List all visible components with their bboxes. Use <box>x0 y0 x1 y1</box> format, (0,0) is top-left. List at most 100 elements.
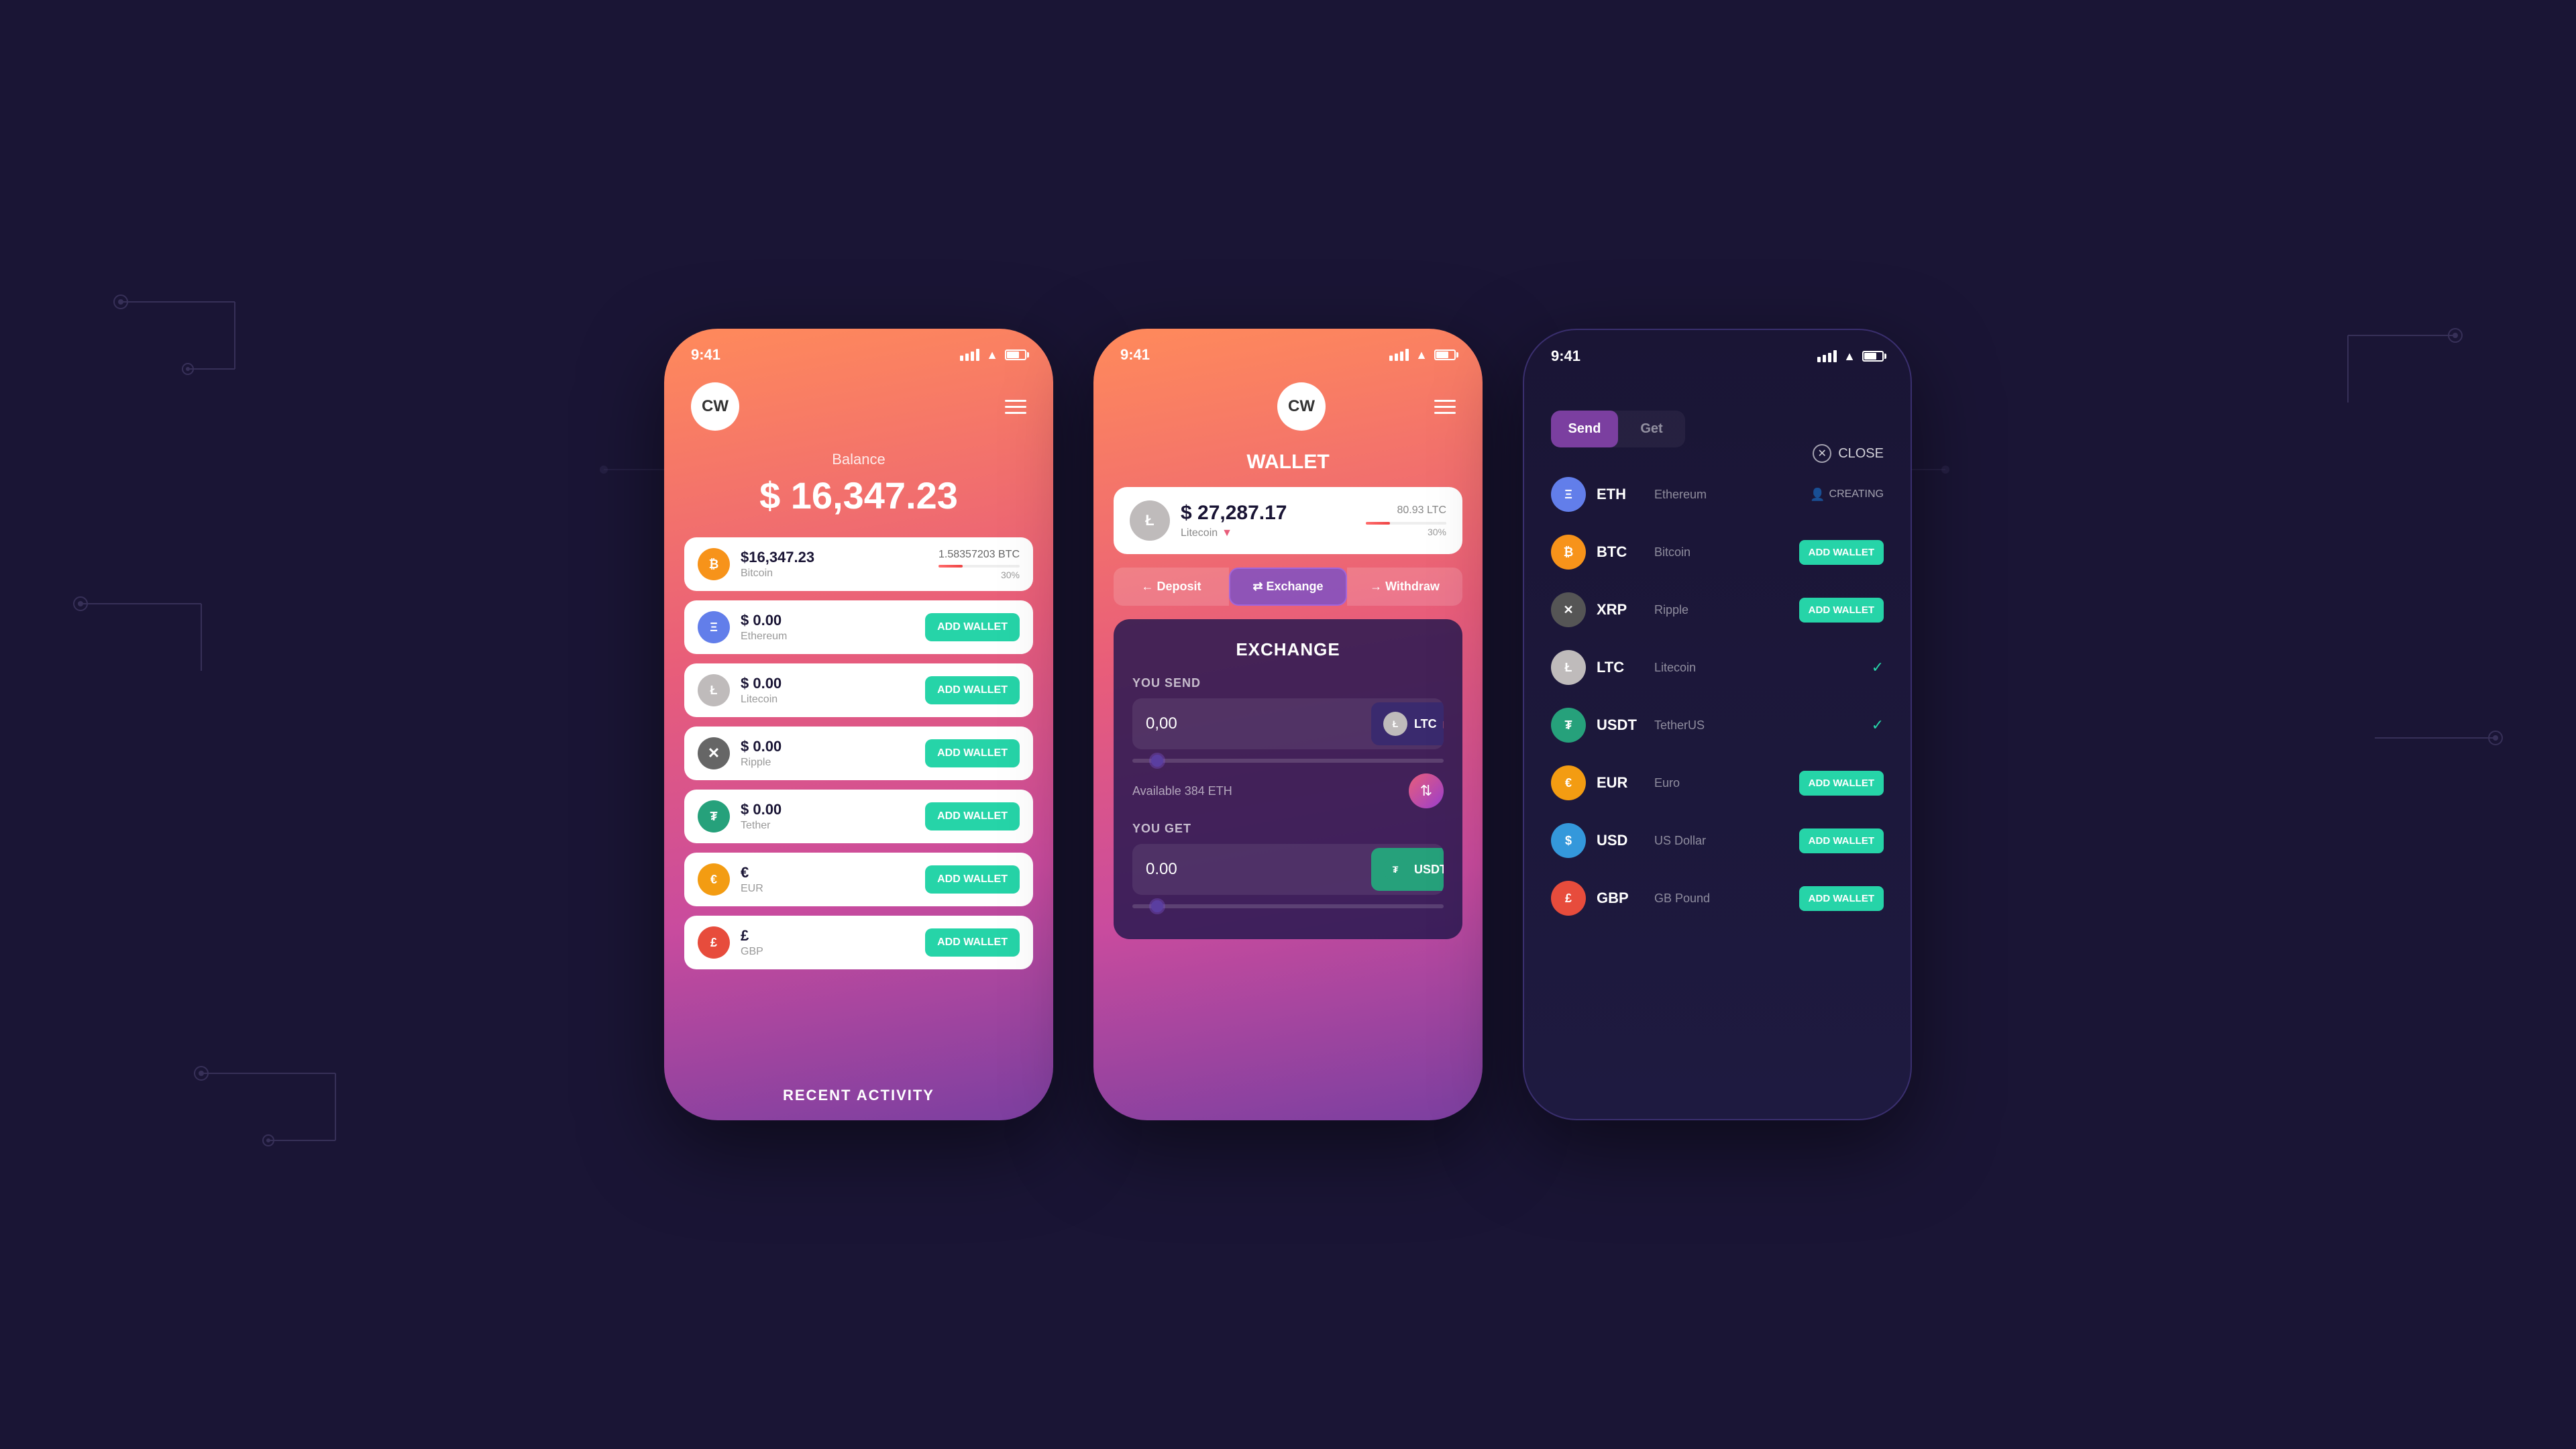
get-tab[interactable]: Get <box>1618 411 1685 447</box>
wallet-row-eth[interactable]: Ξ $ 0.00 Ethereum ADD WALLET <box>684 600 1033 654</box>
ltc-card[interactable]: Ł $ 27,287.17 Litecoin ▼ 80.93 LTC 30% <box>1114 487 1462 554</box>
add-wallet-btn-eur[interactable]: ADD WALLET <box>925 865 1020 894</box>
phone3-wifi-icon: ▲ <box>1842 351 1857 362</box>
phone3-battery-fill <box>1864 353 1876 360</box>
crypto-row-ltc[interactable]: Ł LTC Litecoin ✓ <box>1538 641 1897 694</box>
phone1-time: 9:41 <box>691 346 720 364</box>
battery-fill <box>1007 352 1019 358</box>
crypto-row-eur[interactable]: € EUR Euro ADD WALLET <box>1538 756 1897 810</box>
you-get-label: YOU GET <box>1132 822 1444 836</box>
send-get-tabs: Send Get <box>1551 411 1685 447</box>
crypto-code-btc: BTC <box>1597 543 1644 561</box>
available-row: Available 384 ETH ⇅ <box>1132 773 1444 808</box>
wallet-row-tether[interactable]: ₮ $ 0.00 Tether ADD WALLET <box>684 790 1033 843</box>
crypto-row-gbp[interactable]: £ GBP GB Pound ADD WALLET <box>1538 871 1897 925</box>
send-slider-track <box>1132 759 1444 763</box>
crypto-row-usd[interactable]: $ USD US Dollar ADD WALLET <box>1538 814 1897 867</box>
recent-activity: RECENT ACTIVITY <box>664 1067 1053 1120</box>
wallet-name-eur: EUR <box>741 883 914 895</box>
wallet-amount-eth: $ 0.00 <box>741 612 914 629</box>
wallet-info-eur: € EUR <box>741 864 914 895</box>
get-input[interactable] <box>1132 847 1367 892</box>
add-wallet-btn-btc[interactable]: ADD WALLET <box>1799 540 1884 565</box>
ltc-btc-amount: 80.93 LTC <box>1366 504 1446 517</box>
ltc-coin-selector[interactable]: Ł LTC ▶ <box>1371 702 1444 745</box>
crypto-list: Ξ ETH Ethereum 👤 CREATING ₿ BTC Bitcoin … <box>1524 468 1911 925</box>
you-send-label: YOU SEND <box>1132 676 1444 690</box>
crypto-icon-usdt: ₮ <box>1551 708 1586 743</box>
get-slider-track <box>1132 904 1444 908</box>
ltc-card-name: Litecoin ▼ <box>1181 527 1355 539</box>
btc-amount: 1.58357203 BTC <box>938 549 1020 561</box>
phone3-time: 9:41 <box>1551 347 1580 365</box>
wallet-right-btc: 1.58357203 BTC 30% <box>938 549 1020 580</box>
add-wallet-btn-usd[interactable]: ADD WALLET <box>1799 828 1884 853</box>
p2-signal-bar-4 <box>1405 349 1409 361</box>
wallet-amount-btc: $16,347.23 <box>741 549 928 566</box>
phone1-menu-icon[interactable] <box>1005 400 1026 414</box>
p3-signal-bar-2 <box>1823 355 1826 362</box>
crypto-row-eth[interactable]: Ξ ETH Ethereum 👤 CREATING <box>1538 468 1897 521</box>
phone2-battery-fill <box>1436 352 1448 358</box>
btc-pct: 30% <box>938 570 1020 580</box>
wallet-row-ltc[interactable]: Ł $ 0.00 Litecoin ADD WALLET <box>684 663 1033 717</box>
close-circle-icon: ✕ <box>1813 444 1831 463</box>
phone2-signal-bars <box>1389 349 1409 361</box>
wifi-icon: ▲ <box>985 350 1000 360</box>
wallet-list: ₿ $16,347.23 Bitcoin 1.58357203 BTC 30% <box>664 537 1053 969</box>
phone2-content: CW WALLET Ł $ 27,287.17 Litecoin ▼ <box>1093 369 1483 1120</box>
wallet-row-btc[interactable]: ₿ $16,347.23 Bitcoin 1.58357203 BTC 30% <box>684 537 1033 591</box>
close-button[interactable]: ✕ CLOSE <box>1813 444 1884 463</box>
crypto-name-eur: Euro <box>1654 776 1788 790</box>
phone-3: 9:41 ▲ ✕ CLOSE S <box>1523 329 1912 1120</box>
crypto-row-usdt[interactable]: ₮ USDT TetherUS ✓ <box>1538 698 1897 752</box>
tab-deposit[interactable]: ← Deposit <box>1114 568 1229 606</box>
add-wallet-btn-ltc[interactable]: ADD WALLET <box>925 676 1020 704</box>
wallet-amount-xrp: $ 0.00 <box>741 738 914 755</box>
add-wallet-btn-tether[interactable]: ADD WALLET <box>925 802 1020 830</box>
wallet-row-xrp[interactable]: ✕ $ 0.00 Ripple ADD WALLET <box>684 727 1033 780</box>
add-wallet-btn-gbp[interactable]: ADD WALLET <box>925 928 1020 957</box>
ltc-pct: 30% <box>1366 527 1446 537</box>
tab-withdraw[interactable]: → Withdraw <box>1347 568 1462 606</box>
wallet-row-eur[interactable]: € € EUR ADD WALLET <box>684 853 1033 906</box>
get-slider-thumb <box>1151 900 1163 912</box>
tab-exchange[interactable]: ⇄ Exchange <box>1229 568 1347 606</box>
add-wallet-btn-xrp[interactable]: ADD WALLET <box>1799 598 1884 623</box>
wallet-title: WALLET <box>1093 444 1483 487</box>
crypto-row-btc[interactable]: ₿ BTC Bitcoin ADD WALLET <box>1538 525 1897 579</box>
send-slider-row[interactable] <box>1132 759 1444 763</box>
add-wallet-btn-eth[interactable]: ADD WALLET <box>925 613 1020 641</box>
signal-bar-1 <box>960 356 963 361</box>
wallet-row-gbp[interactable]: £ £ GBP ADD WALLET <box>684 916 1033 969</box>
coin-icon-xrp: ✕ <box>698 737 730 769</box>
crypto-code-ltc: LTC <box>1597 659 1644 676</box>
crypto-code-usd: USD <box>1597 832 1644 849</box>
crypto-name-eth: Ethereum <box>1654 488 1799 502</box>
usdt-coin-selector[interactable]: ₮ USDT ▶ <box>1371 848 1444 891</box>
wallet-name-gbp: GBP <box>741 946 914 958</box>
get-input-row: ₮ USDT ▶ <box>1132 844 1444 895</box>
phone2-wifi-icon: ▲ <box>1414 350 1429 360</box>
crypto-code-gbp: GBP <box>1597 890 1644 907</box>
ltc-selector-label: LTC <box>1414 717 1437 731</box>
p2-signal-bar-2 <box>1395 354 1398 361</box>
add-wallet-btn-gbp[interactable]: ADD WALLET <box>1799 886 1884 911</box>
phone2-status-bar: 9:41 ▲ <box>1093 329 1483 369</box>
add-wallet-btn-xrp[interactable]: ADD WALLET <box>925 739 1020 767</box>
crypto-row-xrp[interactable]: ✕ XRP Ripple ADD WALLET <box>1538 583 1897 637</box>
send-input[interactable] <box>1132 701 1367 747</box>
crypto-icon-gbp: £ <box>1551 881 1586 916</box>
send-tab[interactable]: Send <box>1551 411 1618 447</box>
swap-button[interactable]: ⇅ <box>1409 773 1444 808</box>
phone2-menu-icon[interactable] <box>1434 400 1456 414</box>
get-slider-row[interactable] <box>1132 904 1444 908</box>
crypto-icon-ltc: Ł <box>1551 650 1586 685</box>
phone2-logo: CW <box>1277 382 1326 431</box>
add-wallet-btn-eur[interactable]: ADD WALLET <box>1799 771 1884 796</box>
wallet-name-eth: Ethereum <box>741 631 914 643</box>
ltc-card-info: $ 27,287.17 Litecoin ▼ <box>1181 502 1355 539</box>
creating-person-icon: 👤 <box>1810 488 1825 502</box>
p2-signal-bar-3 <box>1400 352 1403 361</box>
creating-badge-eth: 👤 CREATING <box>1810 488 1884 502</box>
